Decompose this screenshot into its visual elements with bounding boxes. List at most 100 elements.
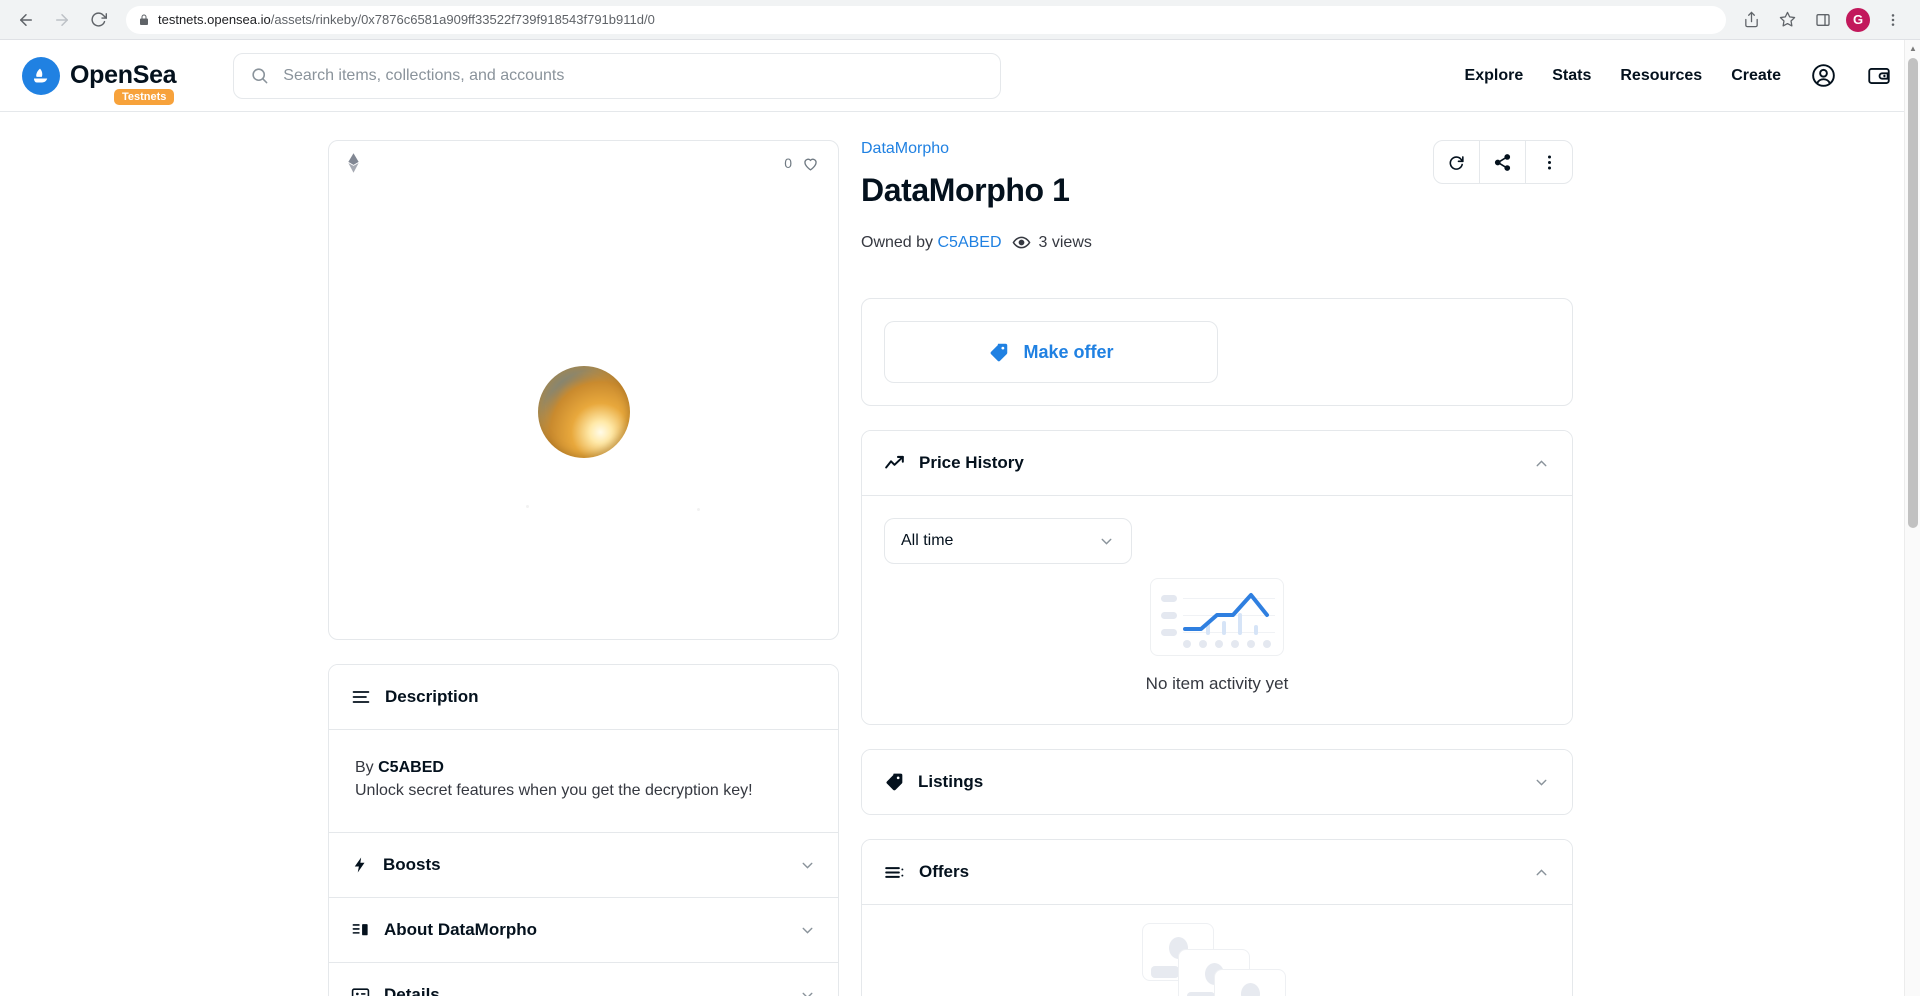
make-offer-label: Make offer bbox=[1023, 341, 1114, 362]
price-history-header[interactable]: Price History bbox=[862, 431, 1572, 495]
ethereum-diamond-icon bbox=[347, 153, 360, 173]
scroll-up-arrow-icon[interactable]: ▲ bbox=[1905, 40, 1920, 56]
testnets-badge: Testnets bbox=[114, 88, 175, 105]
main-nav: Explore Stats Resources Create bbox=[1465, 62, 1892, 89]
address-bar[interactable]: testnets.opensea.io/assets/rinkeby/0x787… bbox=[126, 5, 1726, 34]
share-button[interactable] bbox=[1480, 141, 1526, 183]
page-viewport: OpenSea Testnets Explore Stats Resources… bbox=[0, 40, 1920, 996]
back-arrow-icon[interactable] bbox=[10, 4, 42, 36]
offers-header[interactable]: Offers bbox=[862, 840, 1572, 904]
description-byline: By C5ABED bbox=[355, 759, 444, 776]
accordion-about-title: About DataMorpho bbox=[384, 920, 537, 940]
offers-empty-state bbox=[862, 905, 1572, 996]
collection-link[interactable]: DataMorpho bbox=[861, 140, 949, 157]
like-count: 0 bbox=[784, 155, 792, 171]
listings-header[interactable]: Listings bbox=[862, 750, 1572, 814]
browser-toolbar: testnets.opensea.io/assets/rinkeby/0x787… bbox=[0, 0, 1920, 40]
item-action-buttons bbox=[1433, 140, 1573, 184]
golden-sphere-nft bbox=[537, 366, 630, 458]
offers-title: Offers bbox=[919, 862, 970, 881]
line-chart-placeholder-icon bbox=[1150, 578, 1284, 656]
description-author[interactable]: C5ABED bbox=[378, 759, 444, 776]
search-input[interactable] bbox=[281, 65, 985, 86]
scrollbar-thumb[interactable] bbox=[1908, 58, 1918, 528]
eye-icon bbox=[1012, 233, 1031, 252]
accordion-details-title: Details bbox=[384, 985, 440, 996]
like-control[interactable]: 0 bbox=[784, 154, 820, 173]
right-column: DataMorpho DataMorpho 1 Owned by C5ABED … bbox=[861, 140, 1573, 996]
price-history-title: Price History bbox=[919, 453, 1024, 472]
accordion-details[interactable]: Details bbox=[329, 962, 838, 996]
nav-item-resources[interactable]: Resources bbox=[1620, 67, 1702, 85]
accordion-about-collection[interactable]: About DataMorpho bbox=[329, 897, 838, 963]
price-history-empty-text: No item activity yet bbox=[1145, 674, 1289, 693]
chevron-down-icon bbox=[1098, 533, 1115, 550]
three-dot-menu-icon[interactable] bbox=[1880, 7, 1906, 33]
offer-panel: Make offer bbox=[861, 298, 1573, 406]
refresh-metadata-button[interactable] bbox=[1434, 141, 1480, 183]
nft-media-card: 0 bbox=[328, 140, 839, 640]
nav-item-stats[interactable]: Stats bbox=[1552, 67, 1591, 85]
nav-item-create[interactable]: Create bbox=[1731, 67, 1781, 85]
stacked-cards-placeholder-icon bbox=[1142, 923, 1292, 996]
price-tag-icon bbox=[988, 342, 1009, 363]
listings-title: Listings bbox=[918, 772, 984, 791]
description-title: Description bbox=[385, 687, 479, 706]
chevron-down-icon[interactable] bbox=[1533, 774, 1550, 791]
time-range-select[interactable]: All time bbox=[884, 518, 1132, 564]
reload-icon[interactable] bbox=[82, 4, 114, 36]
browser-action-icons: G bbox=[1738, 7, 1910, 33]
media-card-toolbar: 0 bbox=[329, 141, 838, 185]
site-header: OpenSea Testnets Explore Stats Resources… bbox=[0, 40, 1920, 112]
description-header[interactable]: Description bbox=[329, 665, 838, 729]
list-lines-icon bbox=[884, 862, 905, 883]
item-header: DataMorpho DataMorpho 1 Owned by C5ABED … bbox=[861, 140, 1573, 272]
about-block-icon bbox=[351, 921, 370, 940]
description-card: Description By C5ABED Unlock secret feat… bbox=[328, 664, 839, 996]
brand-name: OpenSea bbox=[70, 61, 177, 89]
owner-row: Owned by C5ABED 3 views bbox=[861, 233, 1565, 252]
search-bar[interactable] bbox=[233, 52, 1002, 99]
chevron-down-icon bbox=[799, 922, 816, 939]
heart-icon[interactable] bbox=[801, 154, 820, 173]
opensea-logo[interactable]: OpenSea Testnets bbox=[22, 56, 177, 105]
address-bar-url: testnets.opensea.io/assets/rinkeby/0x787… bbox=[158, 12, 655, 27]
views-counter: 3 views bbox=[1012, 233, 1092, 252]
nft-artwork[interactable] bbox=[329, 185, 838, 639]
item-page-content: 0 Description By C5ABED Unlock secret fe… bbox=[0, 112, 1920, 996]
owned-by-label: Owned by C5ABED bbox=[861, 233, 1002, 251]
lock-icon bbox=[138, 14, 150, 26]
nav-item-explore[interactable]: Explore bbox=[1465, 67, 1524, 85]
account-circle-icon[interactable] bbox=[1810, 62, 1837, 89]
time-range-value: All time bbox=[901, 532, 954, 549]
chevron-down-icon bbox=[799, 857, 816, 874]
chevron-down-icon bbox=[799, 987, 816, 996]
star-icon[interactable] bbox=[1774, 7, 1800, 33]
details-grid-icon bbox=[351, 986, 370, 996]
side-panel-icon[interactable] bbox=[1810, 7, 1836, 33]
accordion-boosts-title: Boosts bbox=[383, 855, 441, 875]
chevron-up-icon[interactable] bbox=[1533, 455, 1550, 472]
accordion-boosts[interactable]: Boosts bbox=[329, 832, 838, 898]
price-history-card: Price History All time No item activity … bbox=[861, 430, 1573, 725]
profile-avatar[interactable]: G bbox=[1846, 7, 1870, 32]
make-offer-button[interactable]: Make offer bbox=[884, 321, 1218, 383]
forward-arrow-icon[interactable] bbox=[46, 4, 78, 36]
price-history-body: All time No item activity yet bbox=[862, 496, 1572, 724]
left-column: 0 Description By C5ABED Unlock secret fe… bbox=[328, 140, 839, 996]
price-history-empty-state: No item activity yet bbox=[884, 564, 1550, 694]
description-lines-icon bbox=[351, 687, 371, 707]
trending-up-icon bbox=[884, 453, 905, 474]
views-count: 3 views bbox=[1038, 233, 1092, 251]
page-scrollbar[interactable]: ▲ bbox=[1904, 40, 1920, 996]
offers-card: Offers bbox=[861, 839, 1573, 996]
chevron-up-icon[interactable] bbox=[1533, 864, 1550, 881]
listings-card: Listings bbox=[861, 749, 1573, 815]
share-icon[interactable] bbox=[1738, 7, 1764, 33]
owner-link[interactable]: C5ABED bbox=[937, 234, 1001, 251]
lightning-bolt-icon bbox=[351, 856, 369, 874]
more-options-button[interactable] bbox=[1526, 141, 1572, 183]
wallet-icon[interactable] bbox=[1866, 63, 1892, 89]
search-icon bbox=[250, 66, 269, 85]
price-tag-icon bbox=[884, 772, 904, 792]
